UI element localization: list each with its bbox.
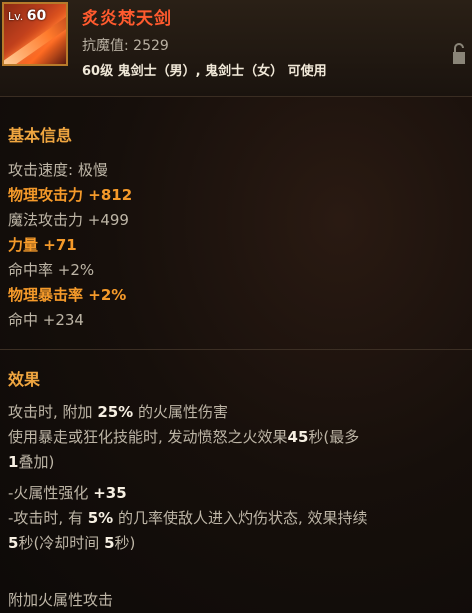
- effect-4-pre: -攻击时, 有: [8, 509, 88, 527]
- item-level-badge: Lv. 60: [8, 8, 46, 24]
- hit-rate: 命中率 +2%: [8, 261, 95, 279]
- effect-2-post: 叠加): [18, 453, 55, 471]
- magic-defense-value: 2529: [133, 38, 169, 54]
- effect-footer: 附加火属性攻击: [8, 591, 114, 609]
- magic-attack: 魔法攻击力 +499: [8, 211, 129, 229]
- effect-3-value: +35: [93, 484, 127, 502]
- effect-1-pre: 攻击时, 附加: [8, 403, 98, 421]
- strength-label: 力量: [8, 236, 39, 254]
- effect-line-3: -火属性强化 +35: [8, 481, 466, 506]
- phys-attack-label: 物理攻击力: [8, 186, 84, 204]
- level-number: 60: [26, 8, 47, 24]
- phys-crit-label: 物理暴击率: [8, 286, 84, 304]
- phys-attack: 物理攻击力 +812: [8, 183, 132, 208]
- attack-speed: 攻击速度: 极慢: [8, 161, 108, 179]
- effects-title: 效果: [8, 370, 41, 389]
- effect-1-value: 25%: [97, 403, 134, 421]
- effect-line-1: 攻击时, 附加 25% 的火属性伤害: [8, 400, 466, 425]
- strength: 力量 +71: [8, 233, 77, 258]
- level-prefix: Lv.: [8, 10, 24, 23]
- effect-4-post: 秒): [114, 534, 136, 552]
- accuracy: 命中 +234: [8, 311, 84, 329]
- basic-info-title: 基本信息: [8, 126, 73, 145]
- phys-crit-value: +2%: [88, 286, 127, 304]
- effect-4-value3: 5: [104, 534, 115, 552]
- section-divider: [0, 349, 472, 350]
- strength-value: +71: [43, 236, 77, 254]
- lock-icon: [453, 43, 465, 64]
- effect-4-mid2: 秒(冷却时间: [18, 534, 105, 552]
- effect-4-value: 5%: [87, 509, 114, 527]
- magic-defense-label: 抗魔值:: [82, 38, 129, 54]
- effect-2-value2: 1: [8, 453, 19, 471]
- effect-4-mid: 的几率使敌人进入灼伤状态, 效果持续: [113, 509, 368, 527]
- item-name: 炙炎梵天剑: [82, 9, 172, 29]
- effect-line-4: -攻击时, 有 5% 的几率使敌人进入灼伤状态, 效果持续 5秒(冷却时间 5秒): [8, 506, 466, 556]
- effect-2-pre: 使用暴走或狂化技能时, 发动愤怒之火效果: [8, 428, 288, 446]
- effect-1-post: 的火属性伤害: [133, 403, 228, 421]
- item-header: Lv. 60 炙炎梵天剑 抗魔值: 2529 60级 鬼剑士（男）, 鬼剑士（女…: [0, 0, 472, 97]
- effect-3-pre: -火属性强化: [8, 484, 94, 502]
- effect-line-2: 使用暴走或狂化技能时, 发动愤怒之火效果45秒(最多 1叠加): [8, 425, 466, 475]
- usable-classes: 60级 鬼剑士（男）, 鬼剑士（女） 可使用: [82, 64, 327, 79]
- effect-2-mid: 秒(最多: [308, 428, 360, 446]
- effect-2-value: 45: [287, 428, 309, 446]
- phys-attack-value: +812: [88, 186, 133, 204]
- phys-crit: 物理暴击率 +2%: [8, 283, 126, 308]
- magic-defense: 抗魔值: 2529: [82, 35, 169, 55]
- effect-4-value2: 5: [8, 534, 19, 552]
- flame-sword-icon[interactable]: Lv. 60: [2, 2, 68, 66]
